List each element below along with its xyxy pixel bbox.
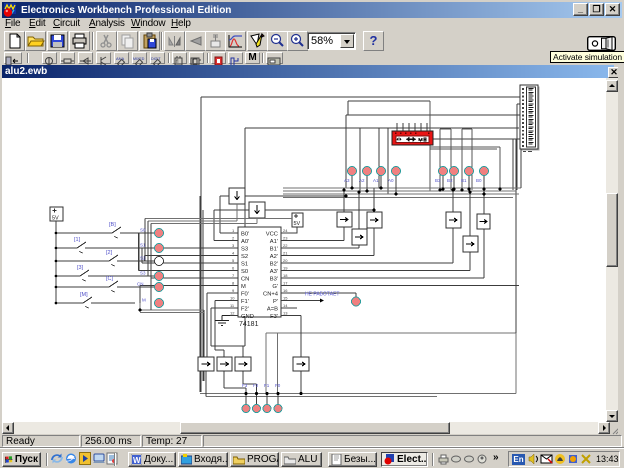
- svg-text:1: 1: [232, 228, 235, 233]
- svg-text:[2]: [2]: [106, 250, 113, 256]
- svg-text:CN+4: CN+4: [263, 292, 279, 298]
- svg-text:6: 6: [232, 266, 235, 271]
- svg-text:S0: S0: [241, 269, 248, 275]
- svg-text:F2: F2: [253, 383, 259, 388]
- svg-text:17: 17: [283, 281, 288, 286]
- svg-text:S1: S1: [140, 243, 146, 248]
- svg-text:[C]: [C]: [106, 276, 114, 282]
- svg-text:21: 21: [283, 251, 288, 256]
- svg-text:B3': B3': [270, 277, 278, 283]
- svg-text:[3]: [3]: [77, 265, 84, 271]
- svg-text:B0': B0': [241, 232, 249, 238]
- svg-text:НЕ РАБОТАЕТ: НЕ РАБОТАЕТ: [305, 292, 339, 298]
- svg-text:9: 9: [232, 288, 235, 293]
- svg-text:4: 4: [232, 251, 235, 256]
- svg-text:74181: 74181: [239, 321, 259, 328]
- svg-text:W: W: [133, 456, 141, 465]
- svg-text:14: 14: [283, 303, 288, 308]
- svg-text:[1]: [1]: [74, 237, 81, 243]
- svg-text:19: 19: [283, 266, 288, 271]
- svg-text:[M]: [M]: [80, 292, 88, 298]
- svg-text:8: 8: [232, 281, 235, 286]
- svg-text:S3: S3: [241, 247, 248, 253]
- svg-text:A1: A1: [373, 178, 379, 183]
- svg-text:A0: A0: [388, 178, 394, 183]
- svg-text:CN: CN: [241, 277, 249, 283]
- svg-text:S2: S2: [241, 254, 248, 260]
- svg-text:S3: S3: [140, 271, 146, 276]
- svg-text:[B]: [B]: [109, 222, 116, 228]
- svg-text:F2': F2': [241, 307, 249, 313]
- svg-text:B3: B3: [435, 178, 441, 183]
- svg-text:F3: F3: [242, 383, 248, 388]
- svg-text:A2': A2': [270, 254, 278, 260]
- svg-text:3: 3: [232, 243, 235, 248]
- svg-text:F3': F3': [270, 314, 278, 320]
- svg-text:F1: F1: [264, 383, 270, 388]
- svg-text:18: 18: [283, 273, 288, 278]
- svg-text:15: 15: [283, 296, 288, 301]
- svg-text:13: 13: [283, 311, 288, 316]
- svg-text:20: 20: [283, 258, 288, 263]
- svg-text:7: 7: [232, 273, 235, 278]
- svg-text:22: 22: [283, 243, 288, 248]
- svg-text:S1: S1: [241, 262, 248, 268]
- svg-text:F1': F1': [241, 299, 249, 305]
- svg-text:11: 11: [230, 303, 235, 308]
- svg-text:12: 12: [230, 311, 235, 316]
- svg-text:5V: 5V: [294, 221, 301, 227]
- svg-text:F0: F0: [275, 383, 281, 388]
- svg-text:G': G': [272, 284, 278, 290]
- svg-text:5V: 5V: [52, 216, 59, 222]
- svg-text:16: 16: [283, 288, 288, 293]
- svg-text:A3': A3': [270, 269, 278, 275]
- svg-text:24: 24: [283, 228, 288, 233]
- svg-text:M: M: [241, 284, 246, 290]
- svg-text:B0: B0: [476, 178, 482, 183]
- svg-text:VCC: VCC: [266, 232, 278, 238]
- svg-text:F0': F0': [241, 292, 249, 298]
- svg-text:5: 5: [232, 258, 235, 263]
- svg-text:A2: A2: [359, 178, 365, 183]
- svg-text:10: 10: [230, 296, 235, 301]
- svg-text:2: 2: [232, 236, 235, 241]
- svg-text:S0: S0: [140, 228, 146, 233]
- svg-text:B2: B2: [447, 178, 453, 183]
- svg-text:B2': B2': [270, 262, 278, 268]
- svg-text:P': P': [273, 299, 278, 305]
- svg-text:A=B: A=B: [267, 307, 278, 313]
- svg-text:B1': B1': [270, 247, 278, 253]
- svg-text:CN: CN: [137, 282, 144, 287]
- svg-text:B1: B1: [461, 178, 467, 183]
- svg-text:A0': A0': [241, 239, 249, 245]
- svg-text:A1': A1': [270, 239, 278, 245]
- svg-text:A3: A3: [344, 178, 350, 183]
- svg-text:23: 23: [283, 236, 288, 241]
- svg-text:S2: S2: [140, 256, 146, 261]
- svg-text:M: M: [142, 298, 146, 303]
- svg-text:GND: GND: [241, 314, 254, 320]
